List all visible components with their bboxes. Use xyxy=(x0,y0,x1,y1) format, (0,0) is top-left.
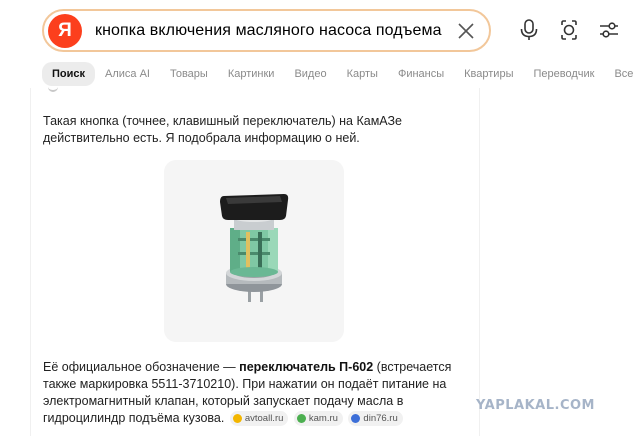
source-chip-kam[interactable]: kam.ru xyxy=(293,411,343,427)
din76-favicon-icon xyxy=(351,414,361,424)
detail-line4-text: гидроцилиндр подъёма кузова. xyxy=(43,411,225,425)
tab-finance[interactable]: Финансы xyxy=(388,68,454,80)
search-input[interactable]: кнопка включения масляного насоса подъем… xyxy=(95,22,445,40)
search-bar[interactable]: Я кнопка включения масляного насоса подъ… xyxy=(42,9,491,52)
tab-search[interactable]: Поиск xyxy=(42,62,96,86)
detail-prefix: Её официальное обозначение — xyxy=(43,360,240,374)
tab-products[interactable]: Товары xyxy=(160,68,218,80)
tab-video[interactable]: Видео xyxy=(284,68,336,80)
close-icon[interactable] xyxy=(457,22,475,40)
tab-images[interactable]: Картинки xyxy=(218,68,285,80)
tab-all[interactable]: Все xyxy=(604,68,640,80)
camera-lens-icon[interactable] xyxy=(558,18,580,42)
settings-sliders-icon[interactable] xyxy=(598,18,620,42)
detail-bold: переключатель П-602 xyxy=(239,360,374,374)
avtoall-favicon-icon xyxy=(232,414,242,424)
answer-detail-line2: также маркировка 5511-3710210). При нажа… xyxy=(43,377,447,391)
product-image[interactable] xyxy=(164,160,344,342)
kam-favicon-icon xyxy=(296,414,306,424)
answer-detail-line3: электромагнитный клапан, который запуска… xyxy=(43,394,404,408)
tab-maps[interactable]: Карты xyxy=(337,68,388,80)
microphone-icon[interactable] xyxy=(518,18,540,42)
search-tabs: Поиск Алиса AI Товары Картинки Видео Кар… xyxy=(42,62,640,86)
answer-detail: Её официальное обозначение — переключате… xyxy=(43,359,473,427)
switch-illustration xyxy=(220,194,289,302)
source-label: avtoall.ru xyxy=(244,413,284,425)
answer-intro-line2: действительно есть. Я подобрала информац… xyxy=(43,131,360,145)
tab-translator[interactable]: Переводчик xyxy=(523,68,604,80)
answer-detail-line4: гидроцилиндр подъёма кузова. avtoall.ru … xyxy=(43,410,473,427)
source-label: kam.ru xyxy=(308,413,338,425)
yandex-logo[interactable]: Я xyxy=(48,13,82,48)
tab-alice-ai[interactable]: Алиса AI xyxy=(95,68,160,80)
answer-detail-line1: Её официальное обозначение — переключате… xyxy=(43,359,473,376)
answer-intro-line1: Такая кнопка (точнее, клавишный переключ… xyxy=(43,114,402,128)
watermark: YAPLAKAL.COM xyxy=(476,398,595,413)
source-chip-avtoall[interactable]: avtoall.ru xyxy=(229,411,289,427)
source-label: din76.ru xyxy=(363,413,398,425)
tab-apartments[interactable]: Квартиры xyxy=(454,68,523,80)
detail-suffix: (встречается xyxy=(373,360,452,374)
source-chip-din76[interactable]: din76.ru xyxy=(348,411,403,427)
answer-intro: Такая кнопка (точнее, клавишный переключ… xyxy=(43,113,463,147)
